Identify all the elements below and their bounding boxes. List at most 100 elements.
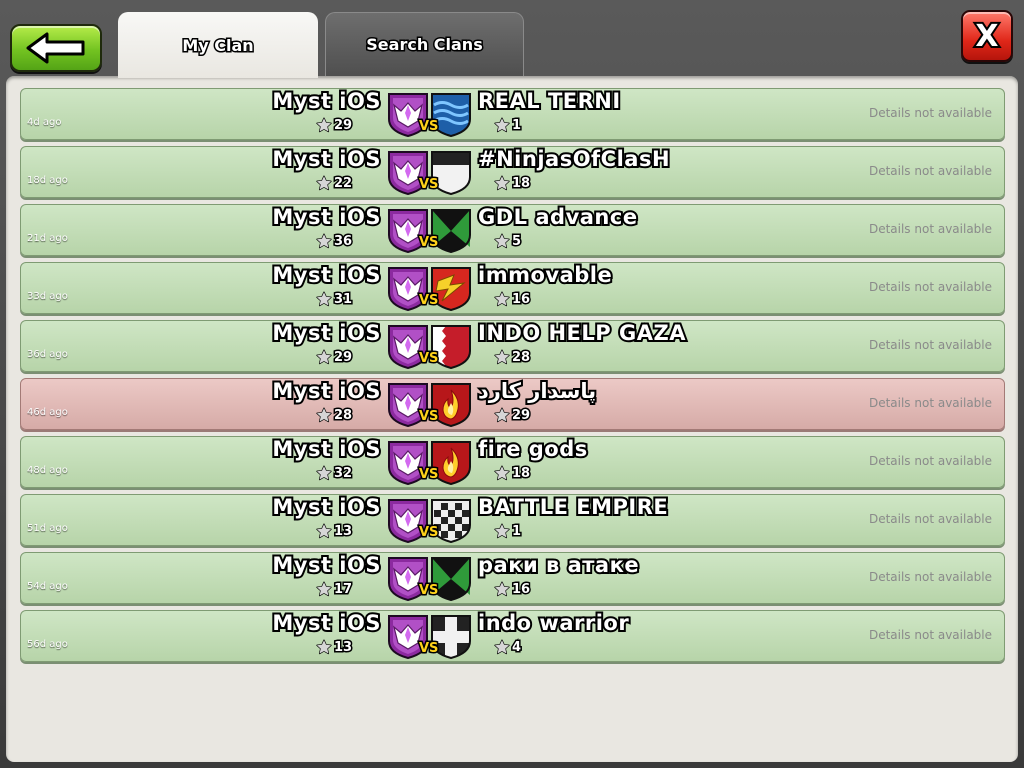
star-icon bbox=[494, 349, 510, 365]
enemy-stars-value: 5 bbox=[510, 232, 522, 250]
vs-label: VS bbox=[417, 292, 440, 310]
enemy-clan-name: indo warrior bbox=[476, 609, 631, 637]
my-clan-stars: 29 bbox=[316, 348, 354, 366]
war-log-row[interactable]: 36d ago Myst iOS 29 VS INDO HELP GAZA 28 Detai… bbox=[20, 319, 1005, 372]
tab-search-clans[interactable]: Search Clans bbox=[325, 12, 524, 76]
star-icon bbox=[494, 581, 510, 597]
details-status: Details not available bbox=[868, 570, 992, 584]
war-log-row[interactable]: 56d ago Myst iOS 13 VS indo warrior 4 Details … bbox=[20, 609, 1005, 662]
enemy-clan-name: INDO HELP GAZA bbox=[476, 319, 687, 347]
enemy-stars-value: 18 bbox=[510, 174, 531, 192]
my-clan-stars: 28 bbox=[316, 406, 354, 424]
close-button[interactable]: X bbox=[961, 10, 1013, 62]
vs-label: VS bbox=[417, 524, 440, 542]
war-log-row[interactable]: 4d ago Myst iOS 29 VS REAL TERNI 1 Details not… bbox=[20, 87, 1005, 140]
star-icon bbox=[494, 233, 510, 249]
war-time-ago: 36d ago bbox=[27, 349, 68, 360]
tab-my-clan-label: My Clan bbox=[181, 34, 255, 56]
star-icon bbox=[494, 175, 510, 191]
my-clan-stars: 32 bbox=[316, 464, 354, 482]
enemy-clan-stars: 5 bbox=[494, 232, 523, 250]
my-clan-stars: 13 bbox=[316, 522, 354, 540]
my-clan-stars: 13 bbox=[316, 638, 354, 656]
war-time-ago: 4d ago bbox=[27, 117, 62, 128]
my-clan-name: Myst iOS bbox=[270, 493, 382, 521]
details-status: Details not available bbox=[868, 164, 992, 178]
war-log-row[interactable]: 54d ago Myst iOS 17 VS раки в атаке 16 Details… bbox=[20, 551, 1005, 604]
details-status: Details not available bbox=[868, 396, 992, 410]
star-icon bbox=[494, 523, 510, 539]
my-clan-name: Myst iOS bbox=[270, 319, 382, 347]
enemy-clan-name: REAL TERNI bbox=[476, 87, 622, 115]
star-icon bbox=[494, 465, 510, 481]
my-clan-stars: 22 bbox=[316, 174, 354, 192]
my-clan-stars: 36 bbox=[316, 232, 354, 250]
enemy-clan-name: раки в атаке bbox=[476, 551, 641, 579]
star-icon bbox=[316, 581, 332, 597]
back-button[interactable] bbox=[10, 24, 102, 72]
enemy-clan-stars: 4 bbox=[494, 638, 523, 656]
arrow-left-icon bbox=[26, 32, 85, 64]
war-time-ago: 56d ago bbox=[27, 639, 68, 650]
enemy-clan-stars: 16 bbox=[494, 580, 532, 598]
star-icon bbox=[494, 407, 510, 423]
my-stars-value: 36 bbox=[332, 232, 353, 250]
my-clan-name: Myst iOS bbox=[270, 203, 382, 231]
enemy-clan-name: GDL advance bbox=[476, 203, 639, 231]
my-clan-name: Myst iOS bbox=[270, 609, 382, 637]
star-icon bbox=[316, 349, 332, 365]
war-time-ago: 54d ago bbox=[27, 581, 68, 592]
vs-label: VS bbox=[417, 118, 440, 136]
my-clan-stars: 31 bbox=[316, 290, 354, 308]
war-log-row[interactable]: 21d ago Myst iOS 36 VS GDL advance 5 Details n… bbox=[20, 203, 1005, 256]
star-icon bbox=[494, 117, 510, 133]
war-time-ago: 18d ago bbox=[27, 175, 68, 186]
war-time-ago: 21d ago bbox=[27, 233, 68, 244]
enemy-clan-name: immovable bbox=[476, 261, 614, 289]
my-stars-value: 32 bbox=[332, 464, 353, 482]
star-icon bbox=[494, 291, 510, 307]
enemy-stars-value: 4 bbox=[510, 638, 522, 656]
war-log-row[interactable]: 18d ago Myst iOS 22 VS #NinjasOfClasH 18 Detai… bbox=[20, 145, 1005, 198]
vs-label: VS bbox=[417, 582, 440, 600]
vs-label: VS bbox=[417, 640, 440, 658]
star-icon bbox=[316, 465, 332, 481]
vs-label: VS bbox=[417, 234, 440, 252]
my-clan-name: Myst iOS bbox=[270, 377, 382, 405]
tab-my-clan[interactable]: My Clan bbox=[118, 12, 318, 78]
war-log-row[interactable]: 46d ago Myst iOS 28 VS پاسدار کارد 29 Details … bbox=[20, 377, 1005, 430]
enemy-stars-value: 18 bbox=[510, 464, 531, 482]
my-stars-value: 29 bbox=[332, 348, 353, 366]
my-stars-value: 31 bbox=[332, 290, 353, 308]
my-clan-stars: 29 bbox=[316, 116, 354, 134]
war-log-row[interactable]: 51d ago Myst iOS 13 VS BATTLE EMPIRE 1 Details… bbox=[20, 493, 1005, 546]
star-icon bbox=[316, 233, 332, 249]
enemy-stars-value: 28 bbox=[510, 348, 531, 366]
my-stars-value: 29 bbox=[332, 116, 353, 134]
tab-search-clans-label: Search Clans bbox=[365, 34, 484, 56]
details-status: Details not available bbox=[868, 106, 992, 120]
my-clan-name: Myst iOS bbox=[270, 435, 382, 463]
enemy-stars-value: 1 bbox=[510, 522, 522, 540]
war-log-row[interactable]: 33d ago Myst iOS 31 VS immovable 16 Details no… bbox=[20, 261, 1005, 314]
my-stars-value: 13 bbox=[332, 638, 353, 656]
my-stars-value: 28 bbox=[332, 406, 353, 424]
details-status: Details not available bbox=[868, 454, 992, 468]
enemy-clan-name: پاسدار کارد bbox=[476, 377, 598, 405]
details-status: Details not available bbox=[868, 512, 992, 526]
my-clan-name: Myst iOS bbox=[270, 87, 382, 115]
my-stars-value: 13 bbox=[332, 522, 353, 540]
enemy-clan-stars: 1 bbox=[494, 116, 523, 134]
enemy-stars-value: 29 bbox=[510, 406, 531, 424]
details-status: Details not available bbox=[868, 280, 992, 294]
enemy-clan-stars: 1 bbox=[494, 522, 523, 540]
enemy-clan-name: BATTLE EMPIRE bbox=[476, 493, 670, 521]
my-clan-name: Myst iOS bbox=[270, 261, 382, 289]
war-log-row[interactable]: 48d ago Myst iOS 32 VS fire gods 18 Details no… bbox=[20, 435, 1005, 488]
enemy-clan-name: fire gods bbox=[476, 435, 589, 463]
war-time-ago: 48d ago bbox=[27, 465, 68, 476]
star-icon bbox=[316, 407, 332, 423]
my-stars-value: 22 bbox=[332, 174, 353, 192]
star-icon bbox=[316, 523, 332, 539]
enemy-clan-stars: 29 bbox=[494, 406, 532, 424]
